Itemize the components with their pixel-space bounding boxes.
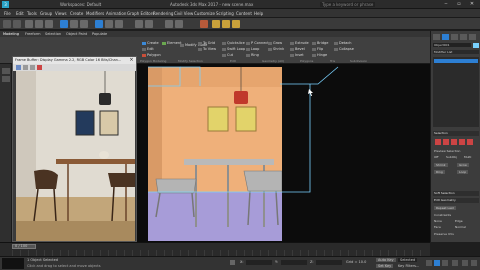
- frame-buffer-title: Frame Buffer: Display Gamma 2.2, RGB Col…: [13, 57, 136, 64]
- close-icon[interactable]: ×: [128, 57, 135, 64]
- pendant-lamp: [99, 93, 111, 105]
- shrink-button[interactable]: Shrink: [434, 163, 448, 167]
- copy-image-icon[interactable]: [23, 65, 28, 70]
- hierarchy-tab-icon[interactable]: [451, 34, 458, 40]
- rendered-room: [16, 71, 135, 241]
- frame-buffer-window[interactable]: Frame Buffer: Display Gamma 2.2, RGB Col…: [12, 56, 137, 242]
- constraint-normal-radio[interactable]: Normal: [455, 225, 466, 229]
- chair-left: [34, 169, 58, 189]
- dining-table: [56, 159, 135, 164]
- frame-buffer-toolbar: [13, 64, 136, 71]
- rollout-edit-geometry[interactable]: Edit Geometry: [433, 198, 479, 203]
- preview-off-radio[interactable]: Off: [434, 155, 438, 159]
- set-key-button[interactable]: Set Key: [376, 264, 394, 268]
- preview-selection-label: Preview Selection: [434, 149, 461, 153]
- edge-icon[interactable]: [443, 139, 449, 145]
- chair-right: [108, 173, 135, 187]
- prompt-text: Click and drag to select and move object…: [27, 264, 101, 268]
- save-image-icon[interactable]: [16, 65, 21, 70]
- constraint-none-radio[interactable]: None: [434, 219, 442, 223]
- x-coord-field[interactable]: [246, 260, 272, 265]
- clear-icon[interactable]: [37, 65, 42, 70]
- loop-button[interactable]: Loop: [457, 170, 469, 174]
- element-icon[interactable]: [467, 139, 473, 145]
- command-panel: Object001 Modifier List Selection Previe…: [430, 31, 480, 242]
- modify-tab-icon[interactable]: [442, 34, 449, 40]
- lock-selection-icon[interactable]: [230, 260, 235, 265]
- zoom-icon[interactable]: [452, 260, 458, 266]
- modifier-stack-item[interactable]: [434, 59, 478, 63]
- selected-dropdown[interactable]: Selected: [398, 258, 418, 262]
- preview-multi-radio[interactable]: Multi: [464, 155, 471, 159]
- next-frame-icon[interactable]: [442, 260, 448, 266]
- repeat-last-button[interactable]: Repeat Last: [434, 206, 456, 210]
- rollout-selection[interactable]: Selection: [433, 131, 479, 136]
- status-bar: 1 Object Selected Click and drag to sele…: [0, 256, 480, 270]
- object-name-field[interactable]: Object001: [433, 43, 471, 47]
- constraint-face-radio[interactable]: Face: [434, 225, 441, 229]
- maximize-viewport-icon[interactable]: [471, 260, 477, 266]
- z-coord-field[interactable]: [316, 260, 342, 265]
- create-tab-icon[interactable]: [433, 34, 440, 40]
- polygon-icon[interactable]: [459, 139, 465, 145]
- display-tab-icon[interactable]: [469, 34, 476, 40]
- grid-size-text: Grid = 10.0: [346, 260, 367, 264]
- z-label: Z:: [310, 260, 314, 264]
- timeline[interactable]: 0 / 100: [0, 242, 430, 256]
- play-icon[interactable]: [434, 260, 440, 266]
- objects-selected-text: 1 Object Selected: [27, 258, 59, 262]
- constraint-edge-radio[interactable]: Edge: [455, 219, 463, 223]
- floor: [16, 221, 135, 241]
- y-coord-field[interactable]: [281, 260, 307, 265]
- y-label: Y:: [275, 260, 278, 264]
- blue-art: [75, 110, 95, 136]
- constraints-label: Constraints: [434, 213, 452, 217]
- rollout-soft-selection[interactable]: Soft Selection: [433, 191, 479, 196]
- rendered-image: [16, 71, 135, 241]
- preview-subobj-radio[interactable]: SubObj: [446, 155, 457, 159]
- vase: [99, 151, 109, 159]
- vertex-icon[interactable]: [435, 139, 441, 145]
- grow-button[interactable]: Grow: [457, 163, 469, 167]
- object-color-swatch[interactable]: [473, 43, 479, 48]
- maxscript-listener[interactable]: [2, 258, 24, 269]
- x-label: X:: [240, 260, 244, 264]
- motion-tab-icon[interactable]: [460, 34, 467, 40]
- modifier-stack[interactable]: [433, 57, 479, 127]
- mouse-cursor-icon: [308, 89, 313, 96]
- auto-key-button[interactable]: Auto Key: [376, 258, 396, 262]
- pattern-art: [99, 110, 119, 136]
- subobject-icons: [435, 139, 477, 145]
- clone-image-icon[interactable]: [30, 65, 35, 70]
- ring-button[interactable]: Ring: [434, 170, 445, 174]
- frame-display: 0 / 100: [15, 244, 28, 248]
- preserve-uvs-checkbox[interactable]: Preserve UVs: [434, 232, 454, 236]
- border-icon[interactable]: [451, 139, 457, 145]
- orbit-icon[interactable]: [462, 260, 468, 266]
- key-filters-button[interactable]: Key Filters...: [398, 264, 419, 268]
- modifier-list-dropdown[interactable]: Modifier List: [433, 50, 479, 54]
- prev-frame-icon[interactable]: [426, 260, 432, 266]
